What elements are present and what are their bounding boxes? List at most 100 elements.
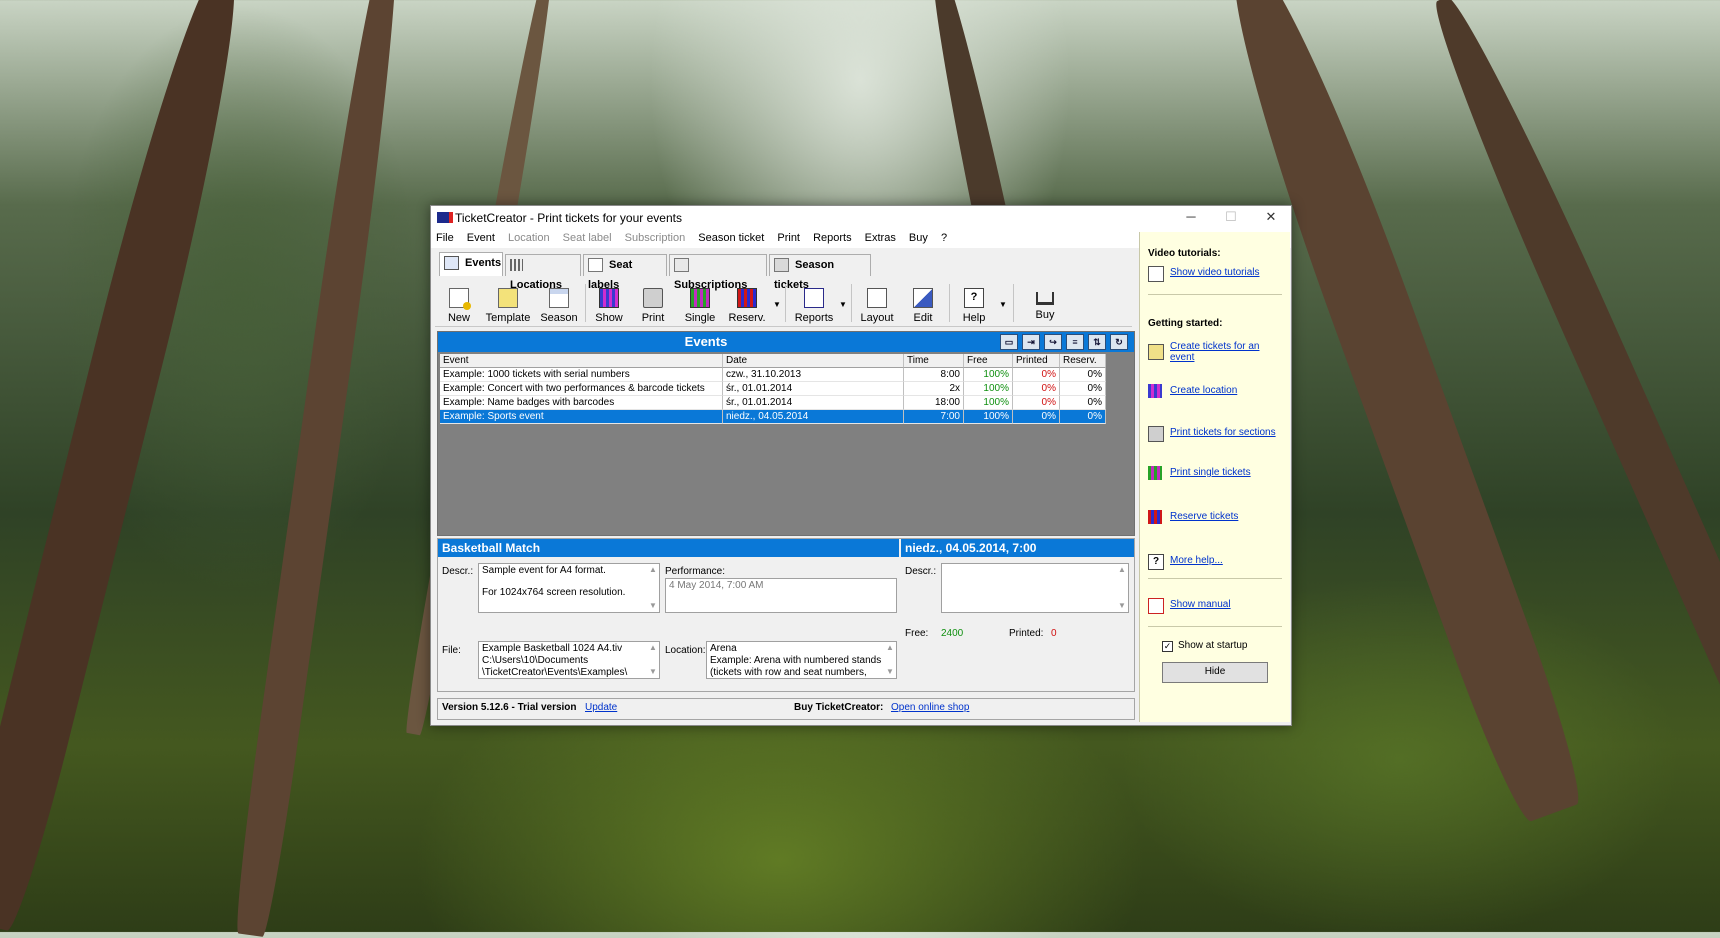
- menu-event[interactable]: Event: [462, 230, 500, 244]
- menu-extras[interactable]: Extras: [860, 230, 901, 244]
- cell-event: Example: Sports event: [440, 410, 723, 424]
- print-single-tickets-link[interactable]: Print single tickets: [1148, 466, 1284, 482]
- table-row[interactable]: Example: 1000 tickets with serial number…: [440, 368, 1106, 382]
- menu-help[interactable]: ?: [936, 230, 952, 244]
- open-online-shop-link[interactable]: Open online shop: [891, 699, 969, 717]
- app-window: TicketCreator - Print tickets for your e…: [430, 205, 1292, 726]
- table-row-selected[interactable]: Example: Sports event niedz., 04.05.2014…: [440, 410, 1106, 424]
- event-detail-panel: Basketball Match niedz., 04.05.2014, 7:0…: [437, 538, 1135, 692]
- open-folder-icon[interactable]: ▭: [1000, 334, 1018, 350]
- file-field[interactable]: Example Basketball 1024 A4.tiv C:\Users\…: [478, 641, 660, 679]
- create-tickets-link[interactable]: Create tickets for an event: [1148, 340, 1284, 366]
- video-tutorials-heading: Video tutorials:: [1148, 248, 1221, 259]
- reserv-dropdown-arrow-icon[interactable]: ▼: [773, 300, 781, 309]
- close-button[interactable]: ✕: [1251, 206, 1291, 230]
- cell-event: Example: Concert with two performances &…: [440, 382, 723, 396]
- toolbar-separator: [585, 284, 586, 322]
- show-at-startup-label: Show at startup: [1178, 640, 1248, 651]
- show-manual-link[interactable]: Show manual: [1148, 598, 1284, 614]
- menu-subscription[interactable]: Subscription: [620, 230, 691, 244]
- link-line: event: [1170, 352, 1195, 363]
- performance-descr-label: Descr.:: [905, 566, 937, 577]
- template-button[interactable]: Template: [483, 280, 533, 326]
- scrollbar[interactable]: ▲ ▼: [647, 564, 659, 612]
- create-location-link[interactable]: Create location: [1148, 384, 1284, 400]
- performance-descr-field[interactable]: ▲ ▼: [941, 563, 1129, 613]
- menu-season-ticket[interactable]: Season ticket: [693, 230, 769, 244]
- grid-icon: [510, 259, 523, 272]
- more-help-link[interactable]: ? More help...: [1148, 554, 1284, 570]
- report-icon: [804, 288, 824, 308]
- edit-button[interactable]: Edit: [903, 280, 943, 326]
- refresh-icon[interactable]: ↻: [1110, 334, 1128, 350]
- show-video-tutorials-link[interactable]: Show video tutorials: [1148, 266, 1284, 282]
- reports-dropdown-arrow-icon[interactable]: ▼: [839, 300, 847, 309]
- status-bar: Version 5.12.6 - Trial version Update Bu…: [437, 698, 1135, 720]
- scrollbar[interactable]: ▲ ▼: [1116, 564, 1128, 612]
- menu-reports[interactable]: Reports: [808, 230, 857, 244]
- notes-icon[interactable]: ≡: [1066, 334, 1084, 350]
- print-button[interactable]: Print: [633, 280, 673, 326]
- tab-seat-labels[interactable]: Seat labels: [583, 254, 667, 291]
- table-row[interactable]: Example: Name badges with barcodes śr., …: [440, 396, 1106, 410]
- menu-file[interactable]: File: [431, 230, 459, 244]
- layout-button[interactable]: Layout: [855, 280, 899, 326]
- export-icon[interactable]: ⇥: [1022, 334, 1040, 350]
- buy-label: Buy TicketCreator:: [794, 702, 884, 713]
- season-button[interactable]: Season: [537, 280, 581, 326]
- menu-location[interactable]: Location: [503, 230, 555, 244]
- reserve-tickets-link[interactable]: Reserve tickets: [1148, 510, 1284, 526]
- scrollbar[interactable]: ▲ ▼: [647, 642, 659, 678]
- reservation-icon: [737, 288, 757, 308]
- show-at-startup-checkbox[interactable]: ✓: [1162, 641, 1173, 652]
- tab-season-tickets[interactable]: Season tickets: [769, 254, 871, 291]
- table-row[interactable]: Example: Concert with two performances &…: [440, 382, 1106, 396]
- menu-seat-label[interactable]: Seat label: [558, 230, 617, 244]
- new-label: New: [447, 312, 470, 324]
- cell-printed: 0%: [1013, 368, 1060, 382]
- help-dropdown-arrow-icon[interactable]: ▼: [999, 300, 1007, 309]
- help-icon: ?: [1148, 554, 1164, 570]
- pdf-icon: [1148, 598, 1164, 614]
- app-icon: [437, 212, 453, 223]
- buy-button[interactable]: Buy: [1025, 280, 1065, 326]
- column-header-reserv[interactable]: Reserv.: [1060, 354, 1106, 368]
- show-button[interactable]: Show: [589, 280, 629, 326]
- tab-events[interactable]: Events: [439, 252, 503, 276]
- minimize-button[interactable]: ─: [1171, 206, 1211, 230]
- scrollbar[interactable]: ▲ ▼: [884, 642, 896, 678]
- link-text: More help...: [1170, 555, 1223, 566]
- template-label: Template: [485, 312, 531, 324]
- file-text: C:\Users\10\Documents: [482, 655, 589, 666]
- reports-label: Reports: [794, 312, 834, 324]
- location-text: Example: Arena with numbered stands: [710, 655, 882, 666]
- location-field[interactable]: Arena Example: Arena with numbered stand…: [706, 641, 897, 679]
- descr-text: For 1024x764 screen resolution.: [482, 587, 626, 598]
- maximize-button[interactable]: ☐: [1211, 206, 1251, 230]
- performance-field[interactable]: 4 May 2014, 7:00 AM: [665, 578, 897, 613]
- column-header-time[interactable]: Time: [904, 354, 964, 368]
- help-button[interactable]: ? Help: [953, 280, 995, 326]
- link-icon[interactable]: ↪: [1044, 334, 1062, 350]
- column-header-event[interactable]: Event: [440, 354, 723, 368]
- reserv-button[interactable]: Reserv.: [725, 280, 769, 326]
- print-tickets-for-sections-link[interactable]: Print tickets for sections: [1148, 426, 1284, 442]
- cell-event: Example: 1000 tickets with serial number…: [440, 368, 723, 382]
- single-button[interactable]: Single: [679, 280, 721, 326]
- tab-locations[interactable]: Locations: [505, 254, 581, 291]
- sort-icon[interactable]: ⇅: [1088, 334, 1106, 350]
- tab-subscriptions[interactable]: Subscriptions: [669, 254, 767, 291]
- column-header-free[interactable]: Free: [964, 354, 1013, 368]
- title-bar: TicketCreator - Print tickets for your e…: [431, 206, 1291, 230]
- cell-reserv: 0%: [1060, 396, 1106, 410]
- menu-print[interactable]: Print: [772, 230, 805, 244]
- new-button[interactable]: New: [439, 280, 479, 326]
- reports-button[interactable]: Reports: [789, 280, 839, 326]
- column-header-printed[interactable]: Printed: [1013, 354, 1060, 368]
- menu-buy[interactable]: Buy: [904, 230, 933, 244]
- descr-field[interactable]: Sample event for A4 format. For 1024x764…: [478, 563, 660, 613]
- hide-button[interactable]: Hide: [1162, 662, 1268, 683]
- column-header-date[interactable]: Date: [723, 354, 904, 368]
- calendar-icon: [774, 258, 789, 273]
- update-link[interactable]: Update: [585, 699, 617, 717]
